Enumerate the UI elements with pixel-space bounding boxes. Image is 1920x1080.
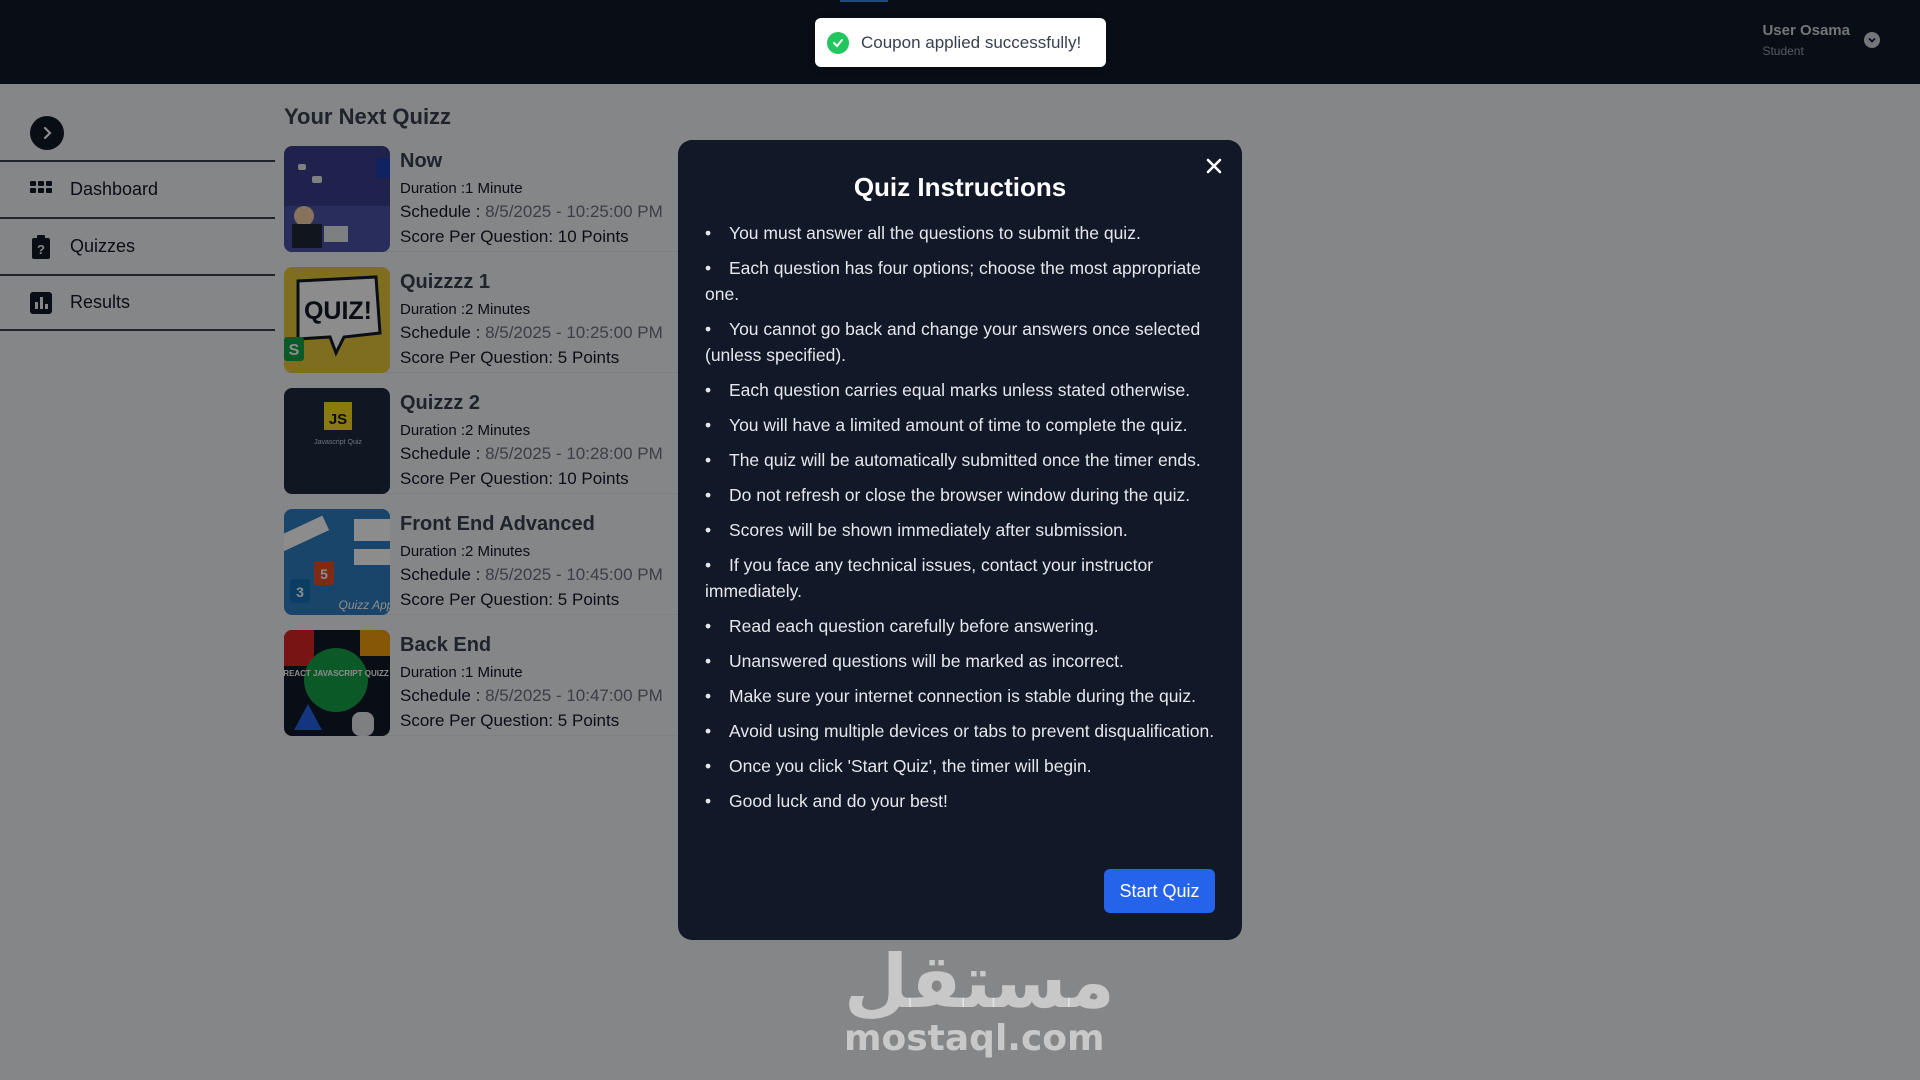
instruction-item: Good luck and do your best! [681,788,1220,814]
instruction-item: You must answer all the questions to sub… [681,220,1220,246]
instruction-item: Make sure your internet connection is st… [681,683,1220,709]
instruction-item: Do not refresh or close the browser wind… [681,482,1220,508]
instruction-item: Once you click 'Start Quiz', the timer w… [681,753,1220,779]
instruction-item: Avoid using multiple devices or tabs to … [681,718,1220,744]
instruction-item: The quiz will be automatically submitted… [681,447,1220,473]
instruction-item: If you face any technical issues, contac… [681,552,1220,604]
instruction-item: You cannot go back and change your answe… [681,316,1220,368]
instruction-item: Each question has four options; choose t… [681,255,1220,307]
quiz-instructions-modal: Quiz Instructions You must answer all th… [678,140,1242,940]
watermark: مستقل mostaql.com [844,939,1115,1059]
success-toast: Coupon applied successfully! [815,18,1106,67]
watermark-latin: mostaql.com [844,1018,1105,1059]
instruction-item: Each question carries equal marks unless… [681,377,1220,403]
instruction-item: Unanswered questions will be marked as i… [681,648,1220,674]
instruction-item: Scores will be shown immediately after s… [681,517,1220,543]
instructions-list: You must answer all the questions to sub… [681,220,1220,823]
watermark-arabic: مستقل [844,939,1115,1025]
check-circle-icon [827,31,849,54]
close-icon[interactable] [1202,154,1226,178]
start-quiz-button[interactable]: Start Quiz [1104,869,1215,913]
instruction-item: Read each question carefully before answ… [681,613,1220,639]
instruction-item: You will have a limited amount of time t… [681,412,1220,438]
toast-message: Coupon applied successfully! [861,32,1082,52]
modal-title: Quiz Instructions [853,172,1067,202]
